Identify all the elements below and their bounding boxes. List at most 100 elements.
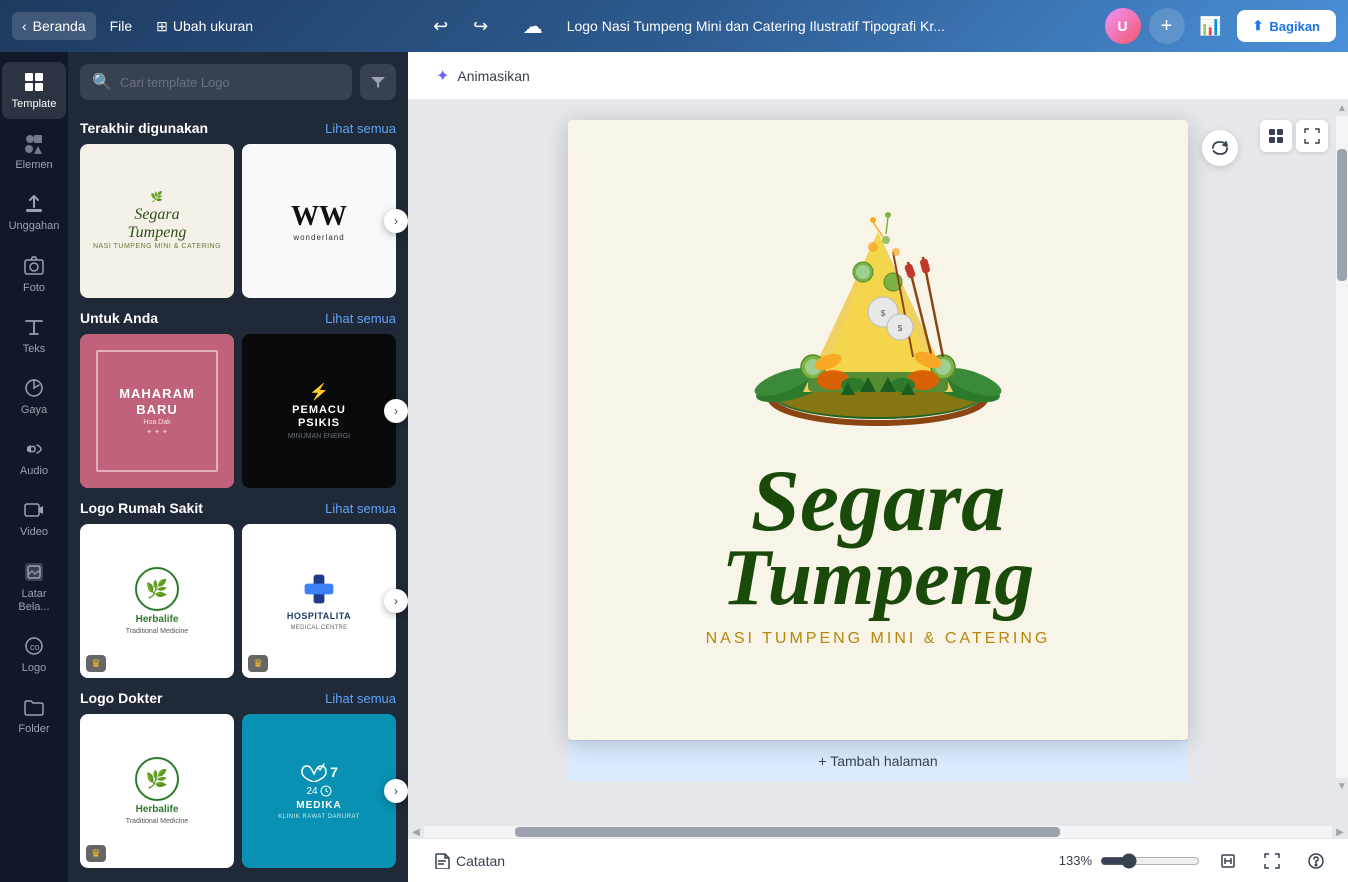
scroll-track-h[interactable] — [424, 826, 1332, 838]
sidebar-item-teks-label: Teks — [23, 343, 46, 356]
canvas-toolbar: ✦ Animasikan — [408, 52, 1348, 100]
folder-icon — [22, 695, 46, 719]
scroll-thumb-h[interactable] — [515, 827, 1060, 837]
section-untuk-header: Untuk Anda Lihat semua — [80, 310, 396, 326]
redo-button[interactable]: ↪ — [463, 8, 499, 44]
search-box[interactable]: 🔍 — [80, 64, 352, 100]
document-title: Logo Nasi Tumpeng Mini dan Catering Ilus… — [567, 18, 945, 34]
template-card-segara[interactable]: 🌿 SegaraTumpeng NASI TUMPENG MINI & CATE… — [80, 144, 234, 298]
sidebar-item-elemen-label: Elemen — [15, 159, 52, 172]
home-label: Beranda — [33, 18, 86, 34]
search-icon: 🔍 — [92, 72, 112, 92]
sidebar-item-video-label: Video — [20, 526, 48, 539]
sidebar-item-teks[interactable]: Teks — [2, 307, 66, 364]
help-button[interactable] — [1300, 845, 1332, 877]
vertical-scrollbar[interactable]: ▲ ▼ — [1336, 100, 1348, 794]
see-all-dokter[interactable]: Lihat semua — [325, 691, 396, 706]
scroll-left-button[interactable]: ◀ — [408, 826, 424, 838]
panel-scroll-area: Terakhir digunakan Lihat semua 🌿 SegaraT… — [68, 108, 408, 882]
animate-button[interactable]: ✦ Animasikan — [424, 60, 542, 92]
see-all-rumahsakit[interactable]: Lihat semua — [325, 501, 396, 516]
sidebar-item-gaya[interactable]: Gaya — [2, 368, 66, 425]
template-card-black[interactable]: ⚡ PEMACUPSIKIS MINUMAN ENERGI — [242, 334, 396, 488]
avatar[interactable]: U — [1105, 8, 1141, 44]
logo-icon: co — [22, 634, 46, 658]
file-menu[interactable]: File — [100, 12, 143, 40]
resize-button[interactable]: ⊞ Ubah ukuran — [146, 12, 263, 41]
section-terakhir-title: Terakhir digunakan — [80, 120, 208, 136]
see-all-untuk[interactable]: Lihat semua — [325, 311, 396, 326]
refresh-button[interactable] — [1202, 130, 1238, 166]
see-all-terakhir[interactable]: Lihat semua — [325, 121, 396, 136]
sidebar-item-logo[interactable]: co Logo — [2, 626, 66, 683]
brand-name-line1[interactable]: Segara — [751, 462, 1005, 541]
scroll-track-v[interactable] — [1336, 116, 1348, 778]
section-terakhir-next[interactable]: › — [384, 209, 408, 233]
svg-text:$: $ — [898, 324, 903, 333]
scroll-right-button[interactable]: ▶ — [1332, 826, 1348, 838]
scroll-thumb-v[interactable] — [1337, 149, 1347, 281]
filter-button[interactable] — [360, 64, 396, 100]
resize-icon: ⊞ — [156, 18, 168, 35]
fit-page-button[interactable] — [1212, 845, 1244, 877]
audio-icon — [22, 437, 46, 461]
sidebar-item-latar[interactable]: Latar Bela... — [2, 552, 66, 622]
resize-label: Ubah ukuran — [173, 18, 253, 34]
brand-name-line2[interactable]: Tumpeng — [722, 542, 1035, 622]
sidebar-item-video[interactable]: Video — [2, 490, 66, 547]
add-page-button[interactable]: + Tambah halaman — [568, 740, 1188, 781]
sidebar-item-template-label: Template — [12, 98, 57, 111]
template-icon — [22, 70, 46, 94]
section-untuk-next[interactable]: › — [384, 399, 408, 423]
undo-button[interactable]: ↩ — [423, 8, 459, 44]
grid-view-button[interactable] — [1260, 120, 1292, 152]
file-label: File — [110, 18, 133, 34]
sidebar-item-unggahan[interactable]: Unggahan — [2, 184, 66, 241]
chevron-left-icon: ‹ — [22, 18, 27, 34]
template-card-herba1[interactable]: 🌿 Herbalife Traditional Medicine ♛ — [80, 524, 234, 678]
template-card-teal[interactable]: 7 24 MEDIKA KLINIK RAWAT DARURAT — [242, 714, 396, 868]
canvas-top-icons — [1260, 120, 1328, 152]
section-rumahsakit-next[interactable]: › — [384, 589, 408, 613]
sidebar-item-folder[interactable]: Folder — [2, 687, 66, 744]
template-card-hospitalita[interactable]: HOSPITALITA MEDICAL CENTRE ♛ — [242, 524, 396, 678]
premium-badge-3: ♛ — [86, 845, 106, 862]
horizontal-scrollbar[interactable]: ◀ ▶ — [408, 826, 1348, 838]
canvas-scroll[interactable]: $ $ — [408, 100, 1348, 838]
sidebar-item-foto-label: Foto — [23, 282, 45, 295]
section-dokter-header: Logo Dokter Lihat semua — [80, 690, 396, 706]
gaya-icon — [22, 376, 46, 400]
sidebar-item-folder-label: Folder — [18, 723, 49, 736]
scroll-up-button[interactable]: ▲ — [1336, 100, 1348, 116]
stats-button[interactable]: 📊 — [1193, 8, 1229, 44]
notes-button[interactable]: Catatan — [424, 847, 515, 875]
cloud-save-button[interactable]: ☁ — [515, 8, 551, 44]
dokter-grid: 🌿 Herbalife Traditional Medicine ♛ — [80, 714, 396, 868]
zoom-slider[interactable] — [1100, 853, 1200, 869]
sidebar-item-audio-label: Audio — [20, 465, 48, 478]
search-input[interactable] — [120, 75, 340, 90]
animate-icon: ✦ — [436, 66, 449, 86]
fullscreen-button[interactable] — [1296, 120, 1328, 152]
add-collaborator-button[interactable]: + — [1149, 8, 1185, 44]
sidebar-item-foto[interactable]: Foto — [2, 246, 66, 303]
canvas-page[interactable]: $ $ — [568, 120, 1188, 740]
template-card-herba2[interactable]: 🌿 Herbalife Traditional Medicine ♛ — [80, 714, 234, 868]
status-bar: Catatan 133% — [408, 838, 1348, 882]
template-card-ww[interactable]: WW wonderland — [242, 144, 396, 298]
scroll-down-button[interactable]: ▼ — [1336, 778, 1348, 794]
sidebar-item-elemen[interactable]: Elemen — [2, 123, 66, 180]
home-button[interactable]: ‹ Beranda — [12, 12, 96, 40]
unggahan-icon — [22, 192, 46, 216]
fullscreen-view-button[interactable] — [1256, 845, 1288, 877]
sidebar-item-audio[interactable]: Audio — [2, 429, 66, 486]
sidebar-item-template[interactable]: Template — [2, 62, 66, 119]
logo-tagline[interactable]: NASI TUMPENG MINI & CATERING — [706, 630, 1051, 648]
brand-name-segara: Segara — [751, 462, 1005, 541]
share-button[interactable]: ⬆ Bagikan — [1237, 10, 1336, 42]
template-card-maroon[interactable]: MAHARAMBARU Hoa Dak ✦ ✦ ✦ — [80, 334, 234, 488]
section-untuk-title: Untuk Anda — [80, 310, 158, 326]
topbar: ‹ Beranda File ⊞ Ubah ukuran ↩ ↪ ☁ Logo … — [0, 0, 1348, 52]
section-dokter-next[interactable]: › — [384, 779, 408, 803]
animate-label: Animasikan — [457, 68, 529, 84]
